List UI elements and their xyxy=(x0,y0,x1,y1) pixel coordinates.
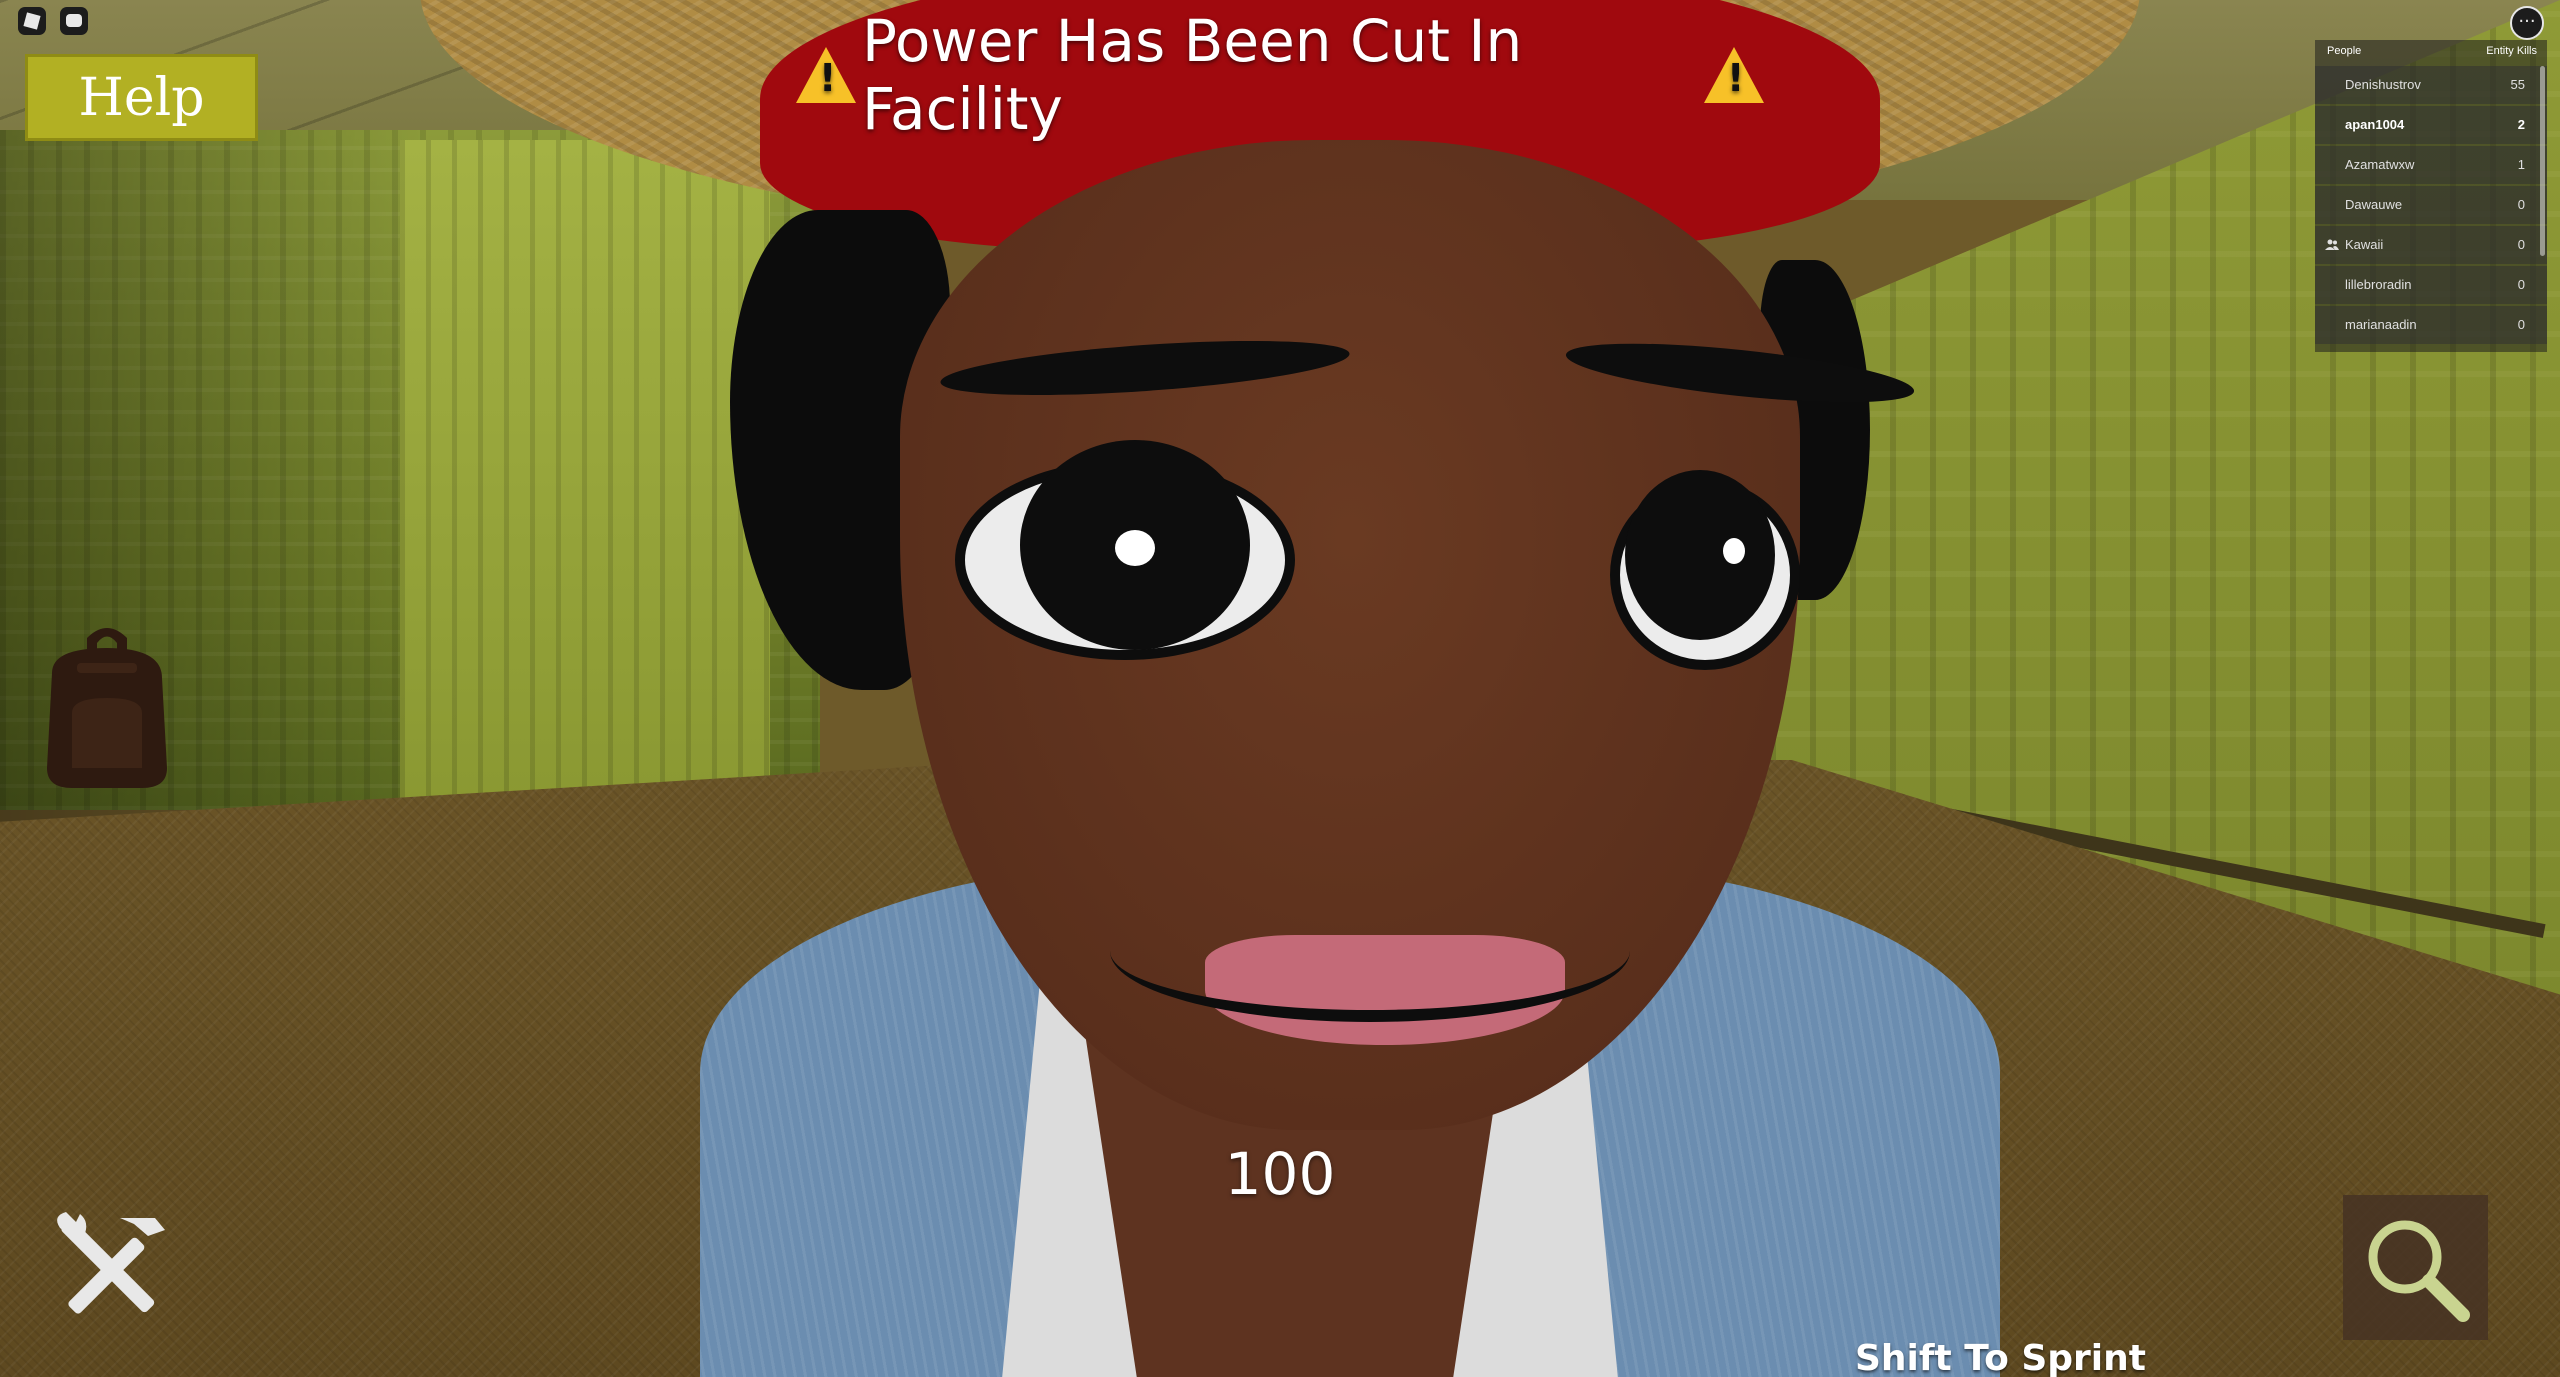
player-name: lillebroradin xyxy=(2345,277,2412,292)
kills-column-header: Entity Kills xyxy=(2486,45,2537,57)
stamina-counter: 100 xyxy=(1224,1140,1336,1208)
game-viewport[interactable]: Help Power Has Been Cut In Facility ··· … xyxy=(0,0,2560,1377)
right-iris xyxy=(1625,470,1775,640)
player-kills: 1 xyxy=(2517,157,2525,172)
avatar-smile xyxy=(1110,880,1630,1022)
leaderboard-row[interactable]: marianaadin 0 xyxy=(2315,306,2547,344)
leaderboard-scrollbar[interactable] xyxy=(2540,66,2545,256)
friend-icon xyxy=(2325,239,2339,250)
more-options-icon[interactable]: ··· xyxy=(2510,6,2544,40)
warning-icon xyxy=(1704,47,1764,103)
player-name: marianaadin xyxy=(2345,317,2417,332)
player-kills: 55 xyxy=(2510,77,2525,92)
leaderboard-row-self[interactable]: apan1004 2 xyxy=(2315,106,2547,144)
right-eye-glint xyxy=(1723,538,1745,564)
chat-icon[interactable] xyxy=(60,7,88,35)
sprint-hint: Shift To Sprint xyxy=(1855,1338,2146,1377)
leaderboard-row[interactable]: Azamatwxw 1 xyxy=(2315,146,2547,184)
left-eye-glint xyxy=(1115,530,1155,566)
player-name: Denishustrov xyxy=(2345,77,2421,92)
player-kills: 0 xyxy=(2517,237,2525,252)
help-button-label: Help xyxy=(78,67,205,128)
leaderboard-row[interactable]: Kawaii 0 xyxy=(2315,226,2547,264)
player-leaderboard[interactable]: People Entity Kills Denishustrov 55 apan… xyxy=(2315,40,2547,352)
player-name: Dawauwe xyxy=(2345,197,2403,212)
player-name: apan1004 xyxy=(2345,117,2405,132)
player-kills: 2 xyxy=(2517,117,2525,132)
leaderboard-row[interactable]: Dawauwe 0 xyxy=(2315,186,2547,224)
player-name: Azamatwxw xyxy=(2345,157,2415,172)
roblox-menu-icon[interactable] xyxy=(18,7,46,35)
player-kills: 0 xyxy=(2517,197,2525,212)
wall-pillar xyxy=(400,140,770,810)
people-column-header: People xyxy=(2327,45,2362,57)
player-kills: 0 xyxy=(2517,317,2525,332)
leaderboard-header: People Entity Kills xyxy=(2315,40,2547,64)
backpack-icon[interactable] xyxy=(32,618,182,793)
leaderboard-row[interactable]: Denishustrov 55 xyxy=(2315,66,2547,104)
leaderboard-row[interactable]: lillebroradin 0 xyxy=(2315,266,2547,304)
player-name: Kawaii xyxy=(2345,237,2384,252)
tools-icon[interactable] xyxy=(50,1210,175,1330)
power-notice: Power Has Been Cut In Facility xyxy=(790,7,1770,143)
more-options-label: ··· xyxy=(2518,11,2536,32)
help-button[interactable]: Help xyxy=(25,54,258,141)
warning-icon xyxy=(796,47,856,103)
player-kills: 0 xyxy=(2517,277,2525,292)
search-button[interactable] xyxy=(2343,1195,2488,1340)
search-icon xyxy=(2368,1220,2470,1322)
notice-text: Power Has Been Cut In Facility xyxy=(862,7,1523,143)
